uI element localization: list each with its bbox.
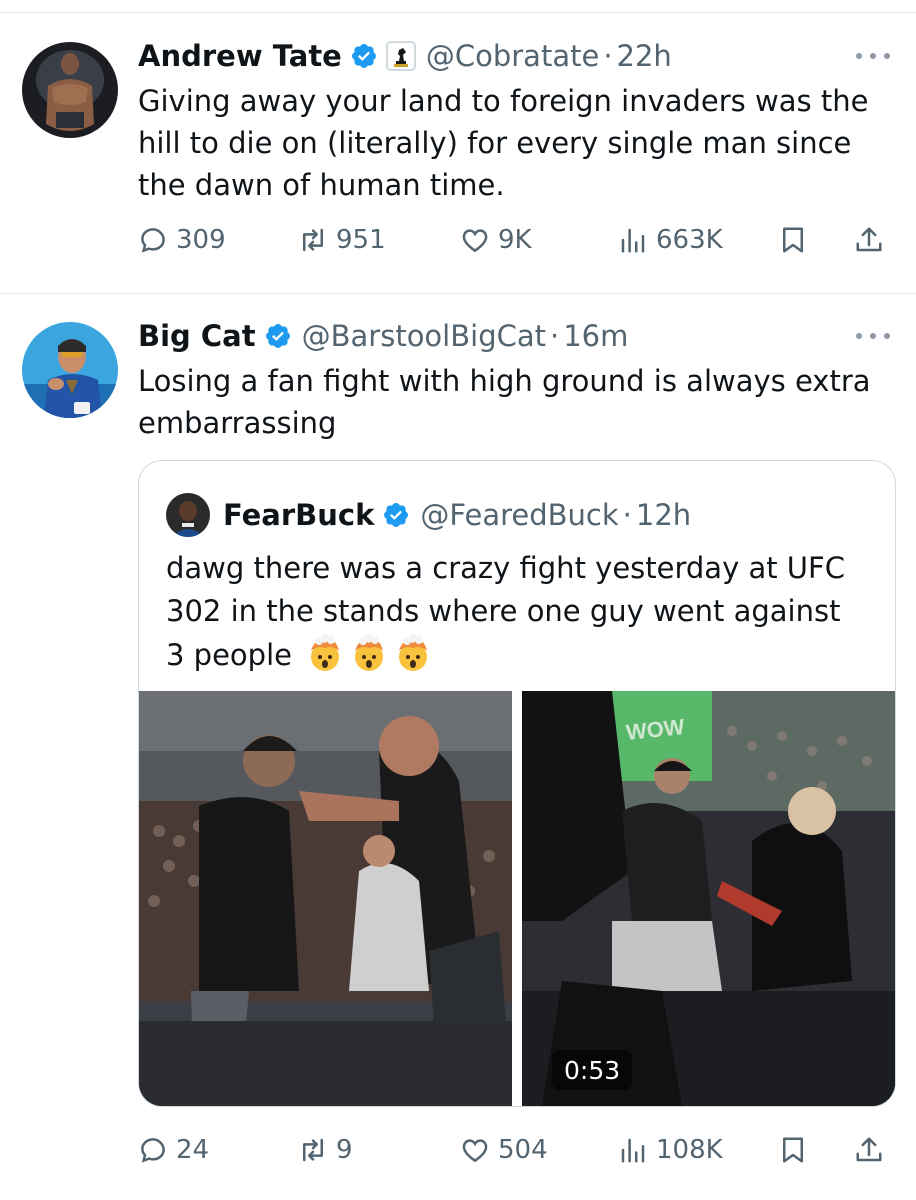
tweet-actions: 309 951 9K 663K	[138, 220, 898, 260]
share-button[interactable]	[854, 1130, 884, 1170]
reply-icon	[141, 1138, 165, 1163]
separator-dot: ·	[550, 319, 560, 353]
exploding-head-emoji-icon	[311, 634, 340, 671]
affiliate-badge-icon	[385, 41, 416, 71]
verified-icon	[384, 503, 409, 527]
bookmark-button[interactable]	[778, 1130, 808, 1170]
bookmark-icon	[783, 227, 803, 253]
avatar[interactable]	[22, 42, 118, 138]
like-count: 504	[498, 1135, 548, 1165]
more-icon[interactable]	[856, 46, 890, 66]
views-button[interactable]: 663K	[618, 220, 723, 260]
timestamp[interactable]: 22h	[617, 39, 672, 73]
tweet-text: Losing a fan fight with high ground is a…	[138, 364, 871, 440]
repost-count: 951	[336, 225, 386, 255]
timestamp[interactable]: 16m	[563, 319, 628, 353]
tweet-text: Giving away your land to foreign invader…	[138, 84, 869, 202]
verified-icon	[351, 44, 376, 68]
quote-text-body: dawg there was a crazy fight yesterday a…	[166, 551, 845, 672]
share-icon	[856, 1137, 882, 1162]
tweet-actions: 24 9 504 108K	[138, 1130, 898, 1170]
like-icon	[462, 229, 488, 253]
quote-author-handle[interactable]: @FearedBuck	[420, 498, 618, 532]
reply-count: 309	[176, 225, 226, 255]
like-count: 9K	[498, 225, 532, 255]
exploding-head-emoji-icon	[399, 634, 428, 671]
repost-icon	[303, 1138, 323, 1162]
views-icon	[621, 228, 645, 253]
views-count: 108K	[656, 1135, 723, 1165]
share-icon	[856, 227, 882, 252]
tweet-big-cat[interactable]: Big Cat @BarstoolBigCat · 16m Losing a f…	[0, 294, 916, 1198]
author-name[interactable]: Big Cat	[138, 319, 256, 353]
reply-icon	[141, 228, 165, 253]
repost-icon	[303, 228, 323, 252]
tweet-andrew-tate[interactable]: Andrew Tate @Cobratate · 22h Giving away…	[0, 0, 916, 292]
reply-count: 24	[176, 1135, 210, 1165]
bookmark-icon	[783, 1137, 803, 1163]
like-button[interactable]: 504	[460, 1130, 548, 1170]
separator-dot: ·	[603, 39, 613, 73]
repost-button[interactable]: 9	[298, 1130, 353, 1170]
quote-header: FearBuck @FearedBuck · 12h	[223, 493, 691, 537]
media-video-right[interactable]: WOW 0:53	[522, 691, 895, 1106]
quoted-tweet[interactable]: FearBuck @FearedBuck · 12h dawg there wa…	[138, 460, 896, 1107]
quote-timestamp[interactable]: 12h	[636, 498, 691, 532]
author-handle[interactable]: @Cobratate	[426, 39, 599, 73]
video-duration: 0:53	[552, 1050, 633, 1090]
bookmark-button[interactable]	[778, 220, 808, 260]
tweet-header: Andrew Tate @Cobratate · 22h	[138, 36, 672, 76]
avatar[interactable]	[166, 493, 210, 537]
share-button[interactable]	[854, 220, 884, 260]
quote-author-name[interactable]: FearBuck	[223, 498, 374, 532]
verified-icon	[265, 324, 290, 348]
reply-button[interactable]: 309	[138, 220, 226, 260]
media-image-left[interactable]	[139, 691, 512, 1106]
avatar[interactable]	[22, 322, 118, 418]
reply-button[interactable]: 24	[138, 1130, 209, 1170]
views-button[interactable]: 108K	[618, 1130, 723, 1170]
views-icon	[621, 1138, 645, 1163]
like-icon	[462, 1139, 488, 1163]
author-name[interactable]: Andrew Tate	[138, 39, 342, 73]
quote-text: dawg there was a crazy fight yesterday a…	[166, 547, 866, 677]
separator-dot: ·	[622, 498, 632, 532]
views-count: 663K	[656, 225, 723, 255]
tweet-header: Big Cat @BarstoolBigCat · 16m	[138, 316, 628, 356]
exploding-head-emoji-icon	[355, 634, 384, 671]
more-icon[interactable]	[856, 326, 890, 346]
like-button[interactable]: 9K	[460, 220, 532, 260]
repost-button[interactable]: 951	[298, 220, 386, 260]
author-handle[interactable]: @BarstoolBigCat	[302, 319, 546, 353]
repost-count: 9	[336, 1135, 353, 1165]
